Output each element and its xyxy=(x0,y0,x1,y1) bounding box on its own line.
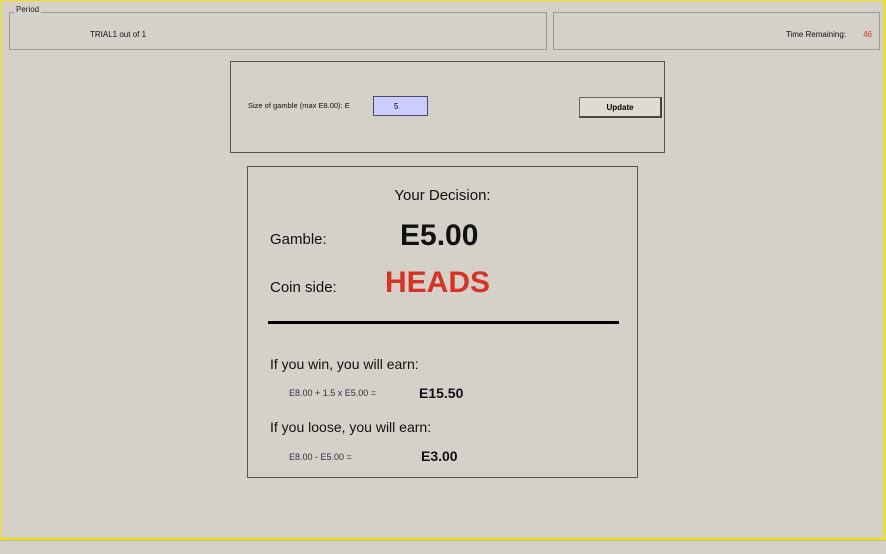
gamble-input-panel: Size of gamble (max E8.00): E Update xyxy=(230,61,665,153)
coin-side-label: Coin side: xyxy=(270,279,337,296)
win-formula: E8.00 + 1.5 x E5.00 = xyxy=(289,388,377,398)
gamble-size-label: Size of gamble (max E8.00): E xyxy=(248,101,350,110)
time-remaining-value: 46 xyxy=(863,30,872,39)
time-remaining-label: Time Remaining: xyxy=(785,30,846,39)
lose-earnings-label: If you loose, you will earn: xyxy=(270,419,432,435)
divider xyxy=(268,321,619,324)
period-text: TRIAL1 out of 1 xyxy=(90,30,147,39)
coin-side-value: HEADS xyxy=(385,266,491,299)
win-earnings-value: E15.50 xyxy=(419,385,464,401)
gamble-size-input[interactable] xyxy=(373,96,428,116)
lose-earnings-value: E3.00 xyxy=(421,448,458,464)
gamble-label: Gamble: xyxy=(270,231,327,248)
decision-panel: Your Decision: Gamble: E5.00 Coin side: … xyxy=(247,166,638,478)
period-panel: TRIAL1 out of 1 xyxy=(9,12,547,50)
lose-formula: E8.00 - E5.00 = xyxy=(289,452,352,462)
win-earnings-label: If you win, you will earn: xyxy=(270,356,419,372)
decision-title: Your Decision: xyxy=(394,187,491,204)
update-button[interactable]: Update xyxy=(579,97,662,118)
time-panel: Time Remaining: 46 xyxy=(553,12,880,50)
period-legend: Period xyxy=(14,5,42,14)
status-bar xyxy=(0,540,886,554)
gamble-value: E5.00 xyxy=(400,219,479,252)
